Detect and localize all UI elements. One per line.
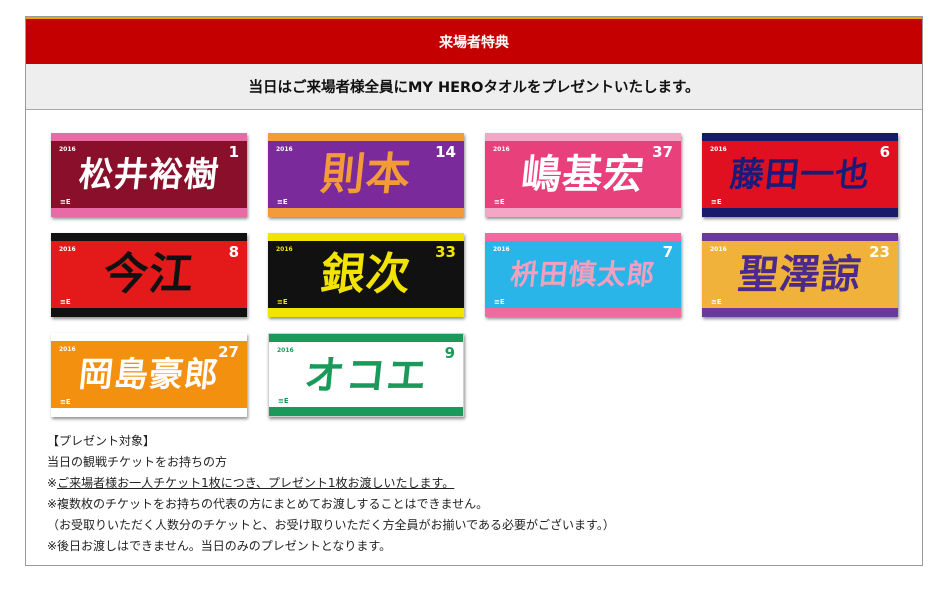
towel-player-name: 松井裕樹 xyxy=(76,155,222,195)
towel-bottom-stripe xyxy=(51,208,247,217)
panel-header: 来場者特典 xyxy=(26,17,922,64)
towel-player-name: 藤田一也 xyxy=(727,155,873,195)
towel-bottom-stripe xyxy=(485,308,681,317)
towel-image: 2016 1 松井裕樹 ≡E xyxy=(51,133,247,217)
towel-bottom-stripe xyxy=(268,308,464,317)
towel-bottom-stripe xyxy=(702,308,898,317)
team-logo-icon: ≡E xyxy=(278,397,289,405)
present-notes: 【プレゼント対象】 当日の観戦チケットをお持ちの方 ※ご来場者様お一人チケット1… xyxy=(47,431,615,557)
notes-target: 当日の観戦チケットをお持ちの方 xyxy=(47,455,228,469)
towel-image: 2016 27 岡島豪郎 ≡E xyxy=(51,333,247,417)
towel-player-name: 銀次 xyxy=(318,249,414,300)
towel-top-stripe xyxy=(268,133,464,141)
team-logo-icon: ≡E xyxy=(60,398,71,406)
towel-player-name: オコエ xyxy=(302,352,431,399)
benefit-panel: 来場者特典 当日はご来場者様全員にMY HEROタオルをプレゼントいたします。 … xyxy=(25,16,923,566)
towel-player-name: 則本 xyxy=(318,149,414,200)
towel-image: 2016 6 藤田一也 ≡E xyxy=(702,133,898,217)
towel-grid: 2016 1 松井裕樹 ≡E 2016 14 則本 ≡E 2016 37 嶋基宏 ≡E 2016 6 藤田一… xyxy=(51,133,901,423)
notes-rule-no-bulk: ※複数枚のチケットをお持ちの代表の方にまとめてお渡しすることはできません。 xyxy=(47,497,489,511)
towel-image: 2016 14 則本 ≡E xyxy=(268,133,464,217)
towel-image: 2016 33 銀次 ≡E xyxy=(268,233,464,317)
notes-rule-one-per-ticket: ※ご来場者様お一人チケット1枚につき、プレゼント1枚お渡しいたします。 xyxy=(47,476,455,490)
towel-top-stripe xyxy=(702,233,898,241)
towel-image: 2016 9 オコエ ≡E xyxy=(268,333,464,417)
towel-player-name: 枡田慎太郎 xyxy=(508,258,658,291)
towel-bottom-stripe xyxy=(702,208,898,217)
towel-player-name: 岡島豪郎 xyxy=(76,355,222,395)
team-logo-icon: ≡E xyxy=(494,298,505,306)
towel-image: 2016 37 嶋基宏 ≡E xyxy=(485,133,681,217)
towel-player-name: 今江 xyxy=(101,249,197,300)
notes-heading: 【プレゼント対象】 xyxy=(47,434,156,448)
towel-player-name: 嶋基宏 xyxy=(519,151,648,198)
towel-top-stripe xyxy=(51,233,247,241)
towel-top-stripe xyxy=(268,233,464,241)
towel-image: 2016 8 今江 ≡E xyxy=(51,233,247,317)
towel-bottom-stripe xyxy=(51,308,247,317)
towel-player-name: 聖澤諒 xyxy=(736,251,865,298)
panel-title: 来場者特典 xyxy=(439,34,509,51)
towel-bottom-stripe xyxy=(485,208,681,217)
towel-top-stripe xyxy=(702,133,898,141)
towel-bottom-stripe xyxy=(269,407,463,416)
towel-image: 2016 23 聖澤諒 ≡E xyxy=(702,233,898,317)
towel-top-stripe xyxy=(51,333,247,341)
team-logo-icon: ≡E xyxy=(711,298,722,306)
towel-top-stripe xyxy=(485,233,681,241)
subheader-text: 当日はご来場者様全員にMY HEROタオルをプレゼントいたします。 xyxy=(248,80,700,96)
team-logo-icon: ≡E xyxy=(60,198,71,206)
panel-subheader: 当日はご来場者様全員にMY HEROタオルをプレゼントいたします。 xyxy=(26,64,922,110)
towel-top-stripe xyxy=(485,133,681,141)
towel-bottom-stripe xyxy=(268,208,464,217)
towel-top-stripe xyxy=(51,133,247,141)
towel-top-stripe xyxy=(269,334,463,342)
notes-rule-detail: （お受取りいただく人数分のチケットと、お受け取りいただく方全員がお揃いである必要… xyxy=(47,518,615,532)
towel-image: 2016 7 枡田慎太郎 ≡E xyxy=(485,233,681,317)
team-logo-icon: ≡E xyxy=(60,298,71,306)
team-logo-icon: ≡E xyxy=(277,298,288,306)
team-logo-icon: ≡E xyxy=(494,198,505,206)
notes-rule-same-day: ※後日お渡しはできません。当日のみのプレゼントとなります。 xyxy=(47,539,392,553)
team-logo-icon: ≡E xyxy=(277,198,288,206)
towel-bottom-stripe xyxy=(51,408,247,417)
team-logo-icon: ≡E xyxy=(711,198,722,206)
